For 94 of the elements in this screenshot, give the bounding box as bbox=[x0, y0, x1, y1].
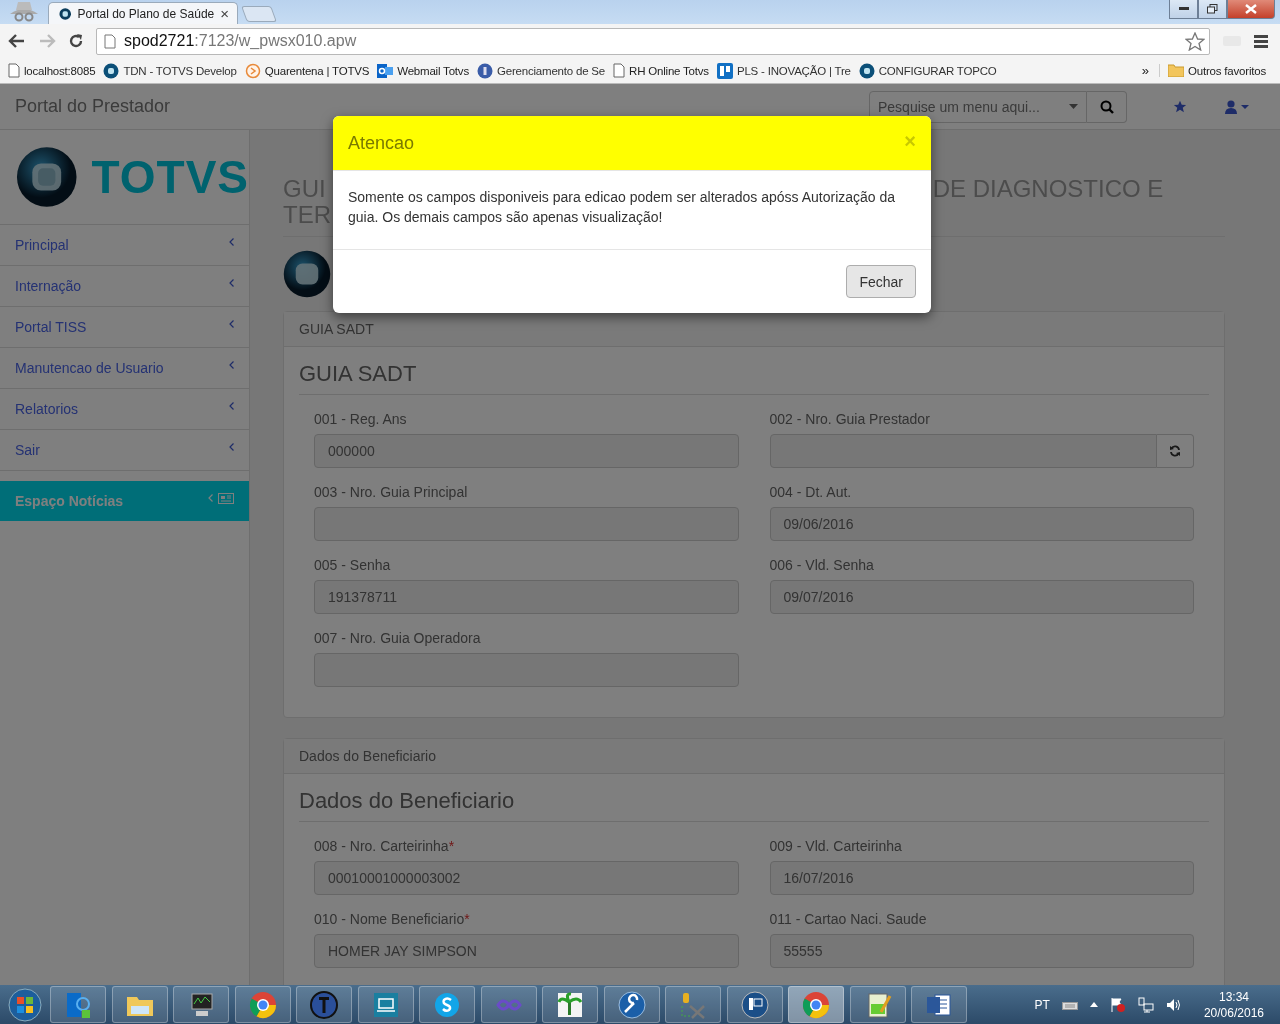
panel-header: Dados do Beneficiario bbox=[299, 748, 436, 764]
close-dialog-button[interactable]: Fechar bbox=[846, 265, 916, 298]
other-bookmarks-folder[interactable]: Outros favoritos bbox=[1159, 64, 1274, 77]
star-icon[interactable] bbox=[1185, 31, 1205, 51]
taskbar-app-button[interactable] bbox=[296, 986, 352, 1023]
clock[interactable]: 13:34 20/06/2016 bbox=[1203, 988, 1264, 1021]
windows-logo-icon bbox=[8, 987, 42, 1022]
taskbar-app-button[interactable] bbox=[419, 986, 475, 1023]
chevron-icon bbox=[229, 238, 234, 246]
field-label: 001 - Reg. Ans bbox=[314, 411, 408, 428]
restore-icon bbox=[1207, 4, 1218, 14]
taskbar-app-button[interactable] bbox=[726, 986, 783, 1023]
portal-title: Portal do Prestador bbox=[15, 96, 171, 117]
bookmark[interactable]: localhost:8085 bbox=[8, 63, 104, 78]
field-label: 005 - Senha bbox=[314, 557, 392, 574]
bookmark[interactable]: Quarentena | TOTVS bbox=[244, 62, 378, 79]
search-button[interactable] bbox=[1087, 90, 1127, 123]
letter-circle-icon bbox=[309, 989, 339, 1020]
chevron-icon bbox=[229, 279, 234, 287]
section-title: Dados do Beneficiario bbox=[299, 788, 515, 813]
tab-title: Portal do Plano de Saúde bbox=[77, 6, 215, 21]
taskbar-app-button[interactable] bbox=[111, 986, 168, 1023]
bookmark[interactable]: TDN - TOTVS Develop bbox=[103, 62, 245, 79]
dialog-title: Atencao bbox=[348, 132, 415, 154]
mail-icon bbox=[377, 62, 394, 79]
field-label: 003 - Nro. Guia Principal bbox=[314, 484, 469, 501]
totvs-logo bbox=[283, 250, 331, 298]
more-bookmarks-button[interactable]: » bbox=[1141, 63, 1150, 78]
refresh-button[interactable] bbox=[1157, 434, 1194, 468]
minimize-icon bbox=[1178, 7, 1189, 11]
bookmark[interactable]: PLS - INOVAÇÃO | Tre bbox=[716, 62, 859, 79]
input-field[interactable] bbox=[769, 434, 1157, 468]
chevron-icon bbox=[229, 402, 234, 410]
menu-search-field[interactable]: Pesquise um menu aqui... bbox=[869, 90, 1087, 123]
star-icon[interactable] bbox=[1173, 100, 1187, 113]
taskbar-app-button[interactable] bbox=[234, 986, 291, 1023]
page-icon bbox=[8, 63, 20, 78]
field-label: 007 - Nro. Guia Operadora bbox=[314, 630, 482, 647]
field-label: 010 - Nome Beneficiario* bbox=[314, 911, 471, 928]
page-icon bbox=[104, 33, 116, 49]
chevron-icon bbox=[229, 361, 234, 369]
chevron-icon bbox=[229, 320, 234, 328]
field-label: 004 - Dt. Aut. bbox=[769, 484, 853, 501]
newspaper-icon bbox=[218, 492, 234, 504]
menu-icon[interactable] bbox=[1254, 34, 1268, 48]
input-field[interactable] bbox=[314, 507, 739, 541]
minimize-button[interactable] bbox=[1169, 0, 1198, 19]
url-text: spod2721:7123/w_pwsx010.apw bbox=[124, 32, 358, 50]
restore-button[interactable] bbox=[1198, 0, 1227, 19]
bookmark[interactable]: Webmail Totvs bbox=[377, 62, 477, 79]
tab-close-button[interactable]: × bbox=[220, 5, 229, 22]
bookmark[interactable]: Gerenciamento de Se bbox=[476, 62, 614, 79]
refresh-icon bbox=[1169, 445, 1181, 457]
search-icon bbox=[1099, 99, 1114, 114]
taskbar-app-button[interactable] bbox=[849, 986, 906, 1023]
input-field[interactable] bbox=[314, 653, 739, 687]
reload-icon[interactable] bbox=[68, 33, 84, 49]
taskbar-app-button[interactable] bbox=[173, 986, 229, 1023]
chevron-icon bbox=[229, 443, 234, 451]
field-label: 002 - Nro. Guia Prestador bbox=[769, 411, 931, 428]
network-icon[interactable] bbox=[1137, 996, 1154, 1013]
bookmark[interactable]: CONFIGURAR TOPCO bbox=[858, 62, 1005, 79]
chevron-icon bbox=[208, 494, 213, 502]
totvs-logo: TOTVS bbox=[0, 130, 249, 225]
show-hidden-icons[interactable] bbox=[1089, 1002, 1098, 1007]
panel-header: GUIA SADT bbox=[299, 321, 374, 337]
taskbar-app-button[interactable] bbox=[357, 986, 414, 1023]
page-icon bbox=[613, 63, 626, 78]
field-label: 006 - Vld. Senha bbox=[769, 557, 875, 574]
back-icon[interactable] bbox=[8, 33, 26, 49]
taskbar-app-button[interactable] bbox=[542, 986, 598, 1023]
dialog-message: Somente os campos disponiveis para edicao podem ser alterados apóss Autorização da guia. Os demais campos são apenas visualização! bbox=[348, 189, 896, 225]
chrome-icon bbox=[247, 989, 278, 1020]
language-indicator[interactable]: PT bbox=[1034, 997, 1050, 1012]
close-button[interactable] bbox=[1227, 0, 1275, 19]
keyboard-icon[interactable] bbox=[1061, 999, 1078, 1010]
close-icon bbox=[1245, 4, 1257, 14]
browser-tab[interactable]: Portal do Plano de Saúde × bbox=[48, 2, 238, 24]
field-label: 008 - Nro. Carteirinha* bbox=[314, 838, 456, 855]
bookmark[interactable]: RH Online Totvs bbox=[613, 63, 717, 78]
board-icon bbox=[716, 62, 733, 79]
field-label: 009 - Vld. Carteirinha bbox=[769, 838, 903, 855]
caret-icon bbox=[1069, 104, 1078, 109]
address-bar[interactable]: spod2721:7123/w_pwsx010.apw bbox=[96, 27, 1210, 55]
circle-icon bbox=[244, 62, 261, 79]
taskbar-app-button[interactable] bbox=[911, 986, 967, 1023]
folder-icon bbox=[1168, 64, 1185, 77]
section-title: GUIA SADT bbox=[299, 361, 417, 386]
palm-tree-icon bbox=[555, 989, 585, 1020]
field-label: 011 - Cartao Naci. Saude bbox=[769, 911, 928, 928]
taskbar-app-button[interactable] bbox=[603, 986, 660, 1023]
flag-icon[interactable] bbox=[1109, 996, 1126, 1013]
chrome-icon bbox=[801, 989, 831, 1020]
user-menu-icon[interactable] bbox=[1225, 99, 1249, 114]
